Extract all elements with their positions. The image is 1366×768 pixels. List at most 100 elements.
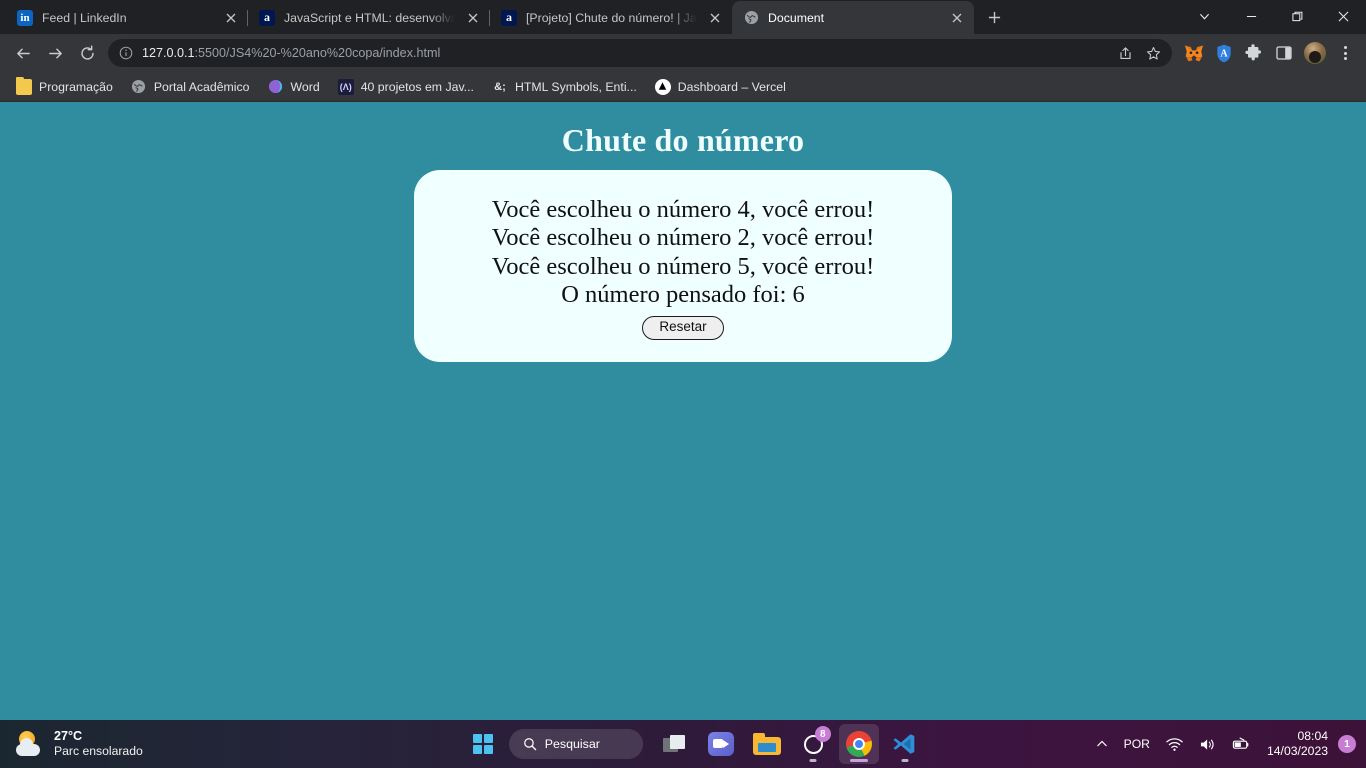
bookmark-html-symbols[interactable]: &; HTML Symbols, Enti...	[484, 75, 645, 99]
secret-number-line: O número pensado foi: 6	[561, 280, 805, 308]
omnibox-actions	[1112, 40, 1166, 66]
browser-tab-chute-do-numero[interactable]: a [Projeto] Chute do número! | Java	[490, 1, 732, 34]
chrome-icon	[845, 731, 872, 757]
avatar[interactable]	[1304, 42, 1326, 64]
forward-arrow-icon[interactable]	[40, 38, 70, 68]
result-card: Você escolheu o número 4, você errou! Vo…	[414, 170, 952, 363]
notification-badge[interactable]: 1	[1338, 735, 1356, 753]
taskbar-apps: Pesquisar 8	[300, 724, 1088, 764]
teams-button[interactable]	[701, 724, 741, 764]
file-explorer-button[interactable]	[747, 724, 787, 764]
bookmark-label: HTML Symbols, Enti...	[514, 79, 637, 94]
url-host: 127.0.0.1	[142, 46, 195, 60]
guess-line-1: Você escolheu o número 4, você errou!	[491, 196, 875, 223]
system-tray: POR 08:04 14/03/2023 1	[1088, 725, 1366, 763]
bookmark-dashboard-vercel[interactable]: Dashboard – Vercel	[647, 75, 794, 99]
search-placeholder: Pesquisar	[544, 737, 600, 751]
folder-icon	[16, 76, 32, 95]
close-icon[interactable]	[464, 9, 482, 27]
project-icon: (Λ)	[337, 78, 354, 95]
weather-temperature: 27°C	[54, 728, 83, 743]
bookmark-label: Portal Acadêmico	[153, 79, 250, 94]
chrome-button[interactable]	[838, 724, 879, 764]
close-icon[interactable]	[948, 9, 966, 27]
tab-strip: in Feed | LinkedIn a JavaScript e HTML: …	[0, 0, 1366, 34]
bookmark-label: Programação	[39, 79, 113, 94]
alura-icon: a	[501, 9, 517, 26]
browser-tab-javascript-html[interactable]: a JavaScript e HTML: desenvolva u	[248, 1, 490, 34]
linkedin-icon: in	[17, 9, 33, 26]
puzzle-extensions-icon[interactable]	[1243, 42, 1265, 64]
whatsapp-icon: 8	[798, 726, 831, 759]
maximize-button[interactable]	[1274, 0, 1320, 33]
bookmark-label: 40 projetos em Jav...	[360, 79, 474, 94]
bookmarks-bar: Programação Portal Acadêmico Word (Λ) 40…	[0, 72, 1366, 102]
weather-description: Parc ensolarado	[54, 744, 143, 759]
reload-icon[interactable]	[72, 38, 102, 68]
language-indicator[interactable]: POR	[1116, 725, 1158, 763]
clock[interactable]: 08:04 14/03/2023	[1259, 729, 1338, 760]
weather-text: 27°C Parc ensolarado	[54, 729, 143, 760]
vscode-button[interactable]	[885, 724, 925, 764]
task-view-icon	[662, 735, 687, 753]
svg-text:A: A	[1220, 48, 1228, 59]
battery-icon[interactable]	[1224, 725, 1259, 763]
tab-title: JavaScript e HTML: desenvolva u	[284, 10, 455, 25]
browser-tab-document[interactable]: Document	[732, 1, 974, 34]
window-controls	[1180, 0, 1366, 33]
guess-line-3: Você escolheu o número 5, você errou!	[491, 252, 875, 280]
tab-title: [Projeto] Chute do número! | Java	[526, 10, 697, 25]
site-info-icon[interactable]	[118, 45, 134, 61]
page-viewport: Chute do número Você escolheu o número 4…	[0, 102, 1366, 720]
guess-line-2: Você escolheu o número 2, você errou!	[491, 224, 875, 252]
screen: in Feed | LinkedIn a JavaScript e HTML: …	[0, 0, 1366, 768]
bookmark-label: Word	[290, 79, 320, 94]
reset-button[interactable]: Resetar	[642, 316, 724, 341]
close-icon[interactable]	[706, 9, 724, 27]
address-bar[interactable]: 127.0.0.1:5500/JS4%20-%20ano%20copa/inde…	[108, 39, 1172, 67]
alura-icon: a	[259, 9, 275, 26]
kebab-menu-icon[interactable]	[1332, 40, 1358, 66]
file-explorer-icon	[752, 733, 781, 755]
star-icon[interactable]	[1140, 40, 1166, 66]
whatsapp-button[interactable]: 8	[793, 724, 833, 764]
browser-tab-linkedin[interactable]: in Feed | LinkedIn	[6, 1, 248, 34]
vscode-icon	[892, 732, 918, 756]
running-indicator	[901, 759, 909, 762]
close-icon[interactable]	[222, 9, 240, 27]
share-icon[interactable]	[1112, 40, 1138, 66]
bookmark-programacao[interactable]: Programação	[8, 75, 121, 99]
chrome-window: in Feed | LinkedIn a JavaScript e HTML: …	[0, 0, 1366, 720]
volume-icon[interactable]	[1191, 725, 1224, 763]
new-tab-button[interactable]	[980, 3, 1008, 31]
search-icon	[523, 737, 537, 751]
show-hidden-icons-chevron-icon[interactable]	[1088, 725, 1116, 763]
running-indicator	[809, 759, 817, 762]
globe-icon	[131, 79, 147, 95]
bookmark-portal-academico[interactable]: Portal Acadêmico	[123, 75, 258, 99]
word-icon	[268, 79, 284, 95]
close-window-button[interactable]	[1320, 0, 1366, 33]
clock-time: 08:04	[1297, 728, 1329, 743]
clock-date: 14/03/2023	[1267, 744, 1328, 758]
side-panel-icon[interactable]	[1273, 42, 1295, 64]
browser-toolbar: 127.0.0.1:5500/JS4%20-%20ano%20copa/inde…	[0, 34, 1366, 72]
taskbar-search[interactable]: Pesquisar	[508, 729, 643, 759]
sun-cloud-icon	[14, 730, 44, 758]
minimize-button[interactable]	[1228, 0, 1274, 33]
metamask-icon[interactable]	[1183, 42, 1205, 64]
url-text: 127.0.0.1:5500/JS4%20-%20ano%20copa/inde…	[142, 46, 1104, 60]
task-view-button[interactable]	[655, 724, 695, 764]
weather-widget[interactable]: 27°C Parc ensolarado	[0, 729, 300, 760]
page-title: Chute do número	[561, 122, 805, 158]
bookmark-40-projetos[interactable]: (Λ) 40 projetos em Jav...	[330, 75, 482, 99]
shield-extension-icon[interactable]: A	[1213, 42, 1235, 64]
wifi-icon[interactable]	[1158, 725, 1191, 763]
back-arrow-icon[interactable]	[8, 38, 38, 68]
windows-taskbar: 27°C Parc ensolarado Pesquisar 8 POR 08:…	[0, 720, 1366, 768]
windows-start-button[interactable]	[463, 724, 503, 764]
bookmark-word[interactable]: Word	[260, 75, 328, 99]
tab-search-chevron-icon[interactable]	[1180, 0, 1228, 33]
whatsapp-badge: 8	[814, 726, 831, 742]
url-path: :5500/JS4%20-%20ano%20copa/index.html	[194, 46, 441, 60]
